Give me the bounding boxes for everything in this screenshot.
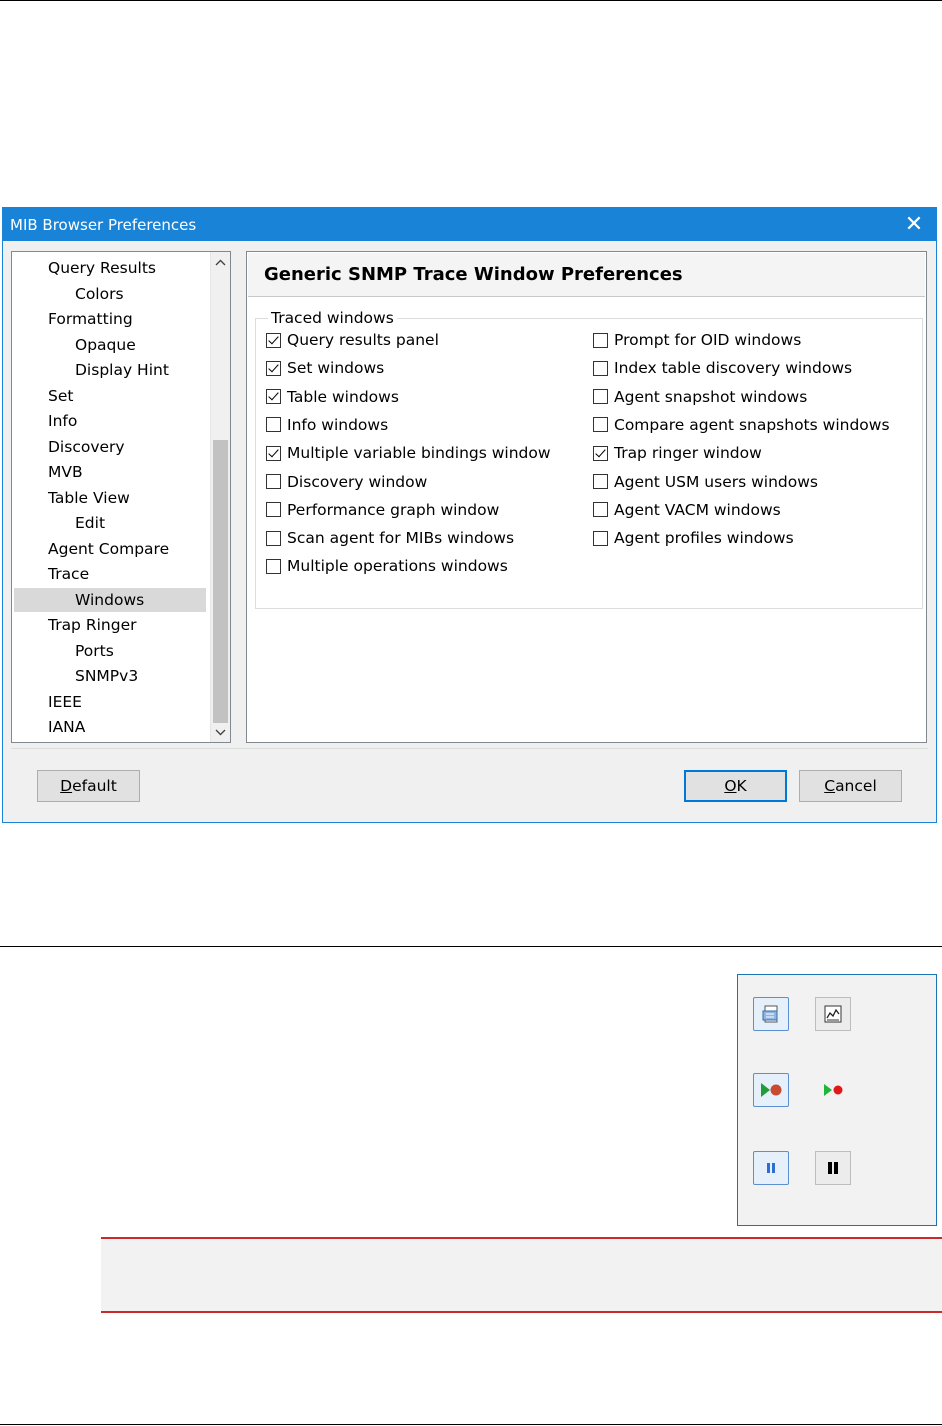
checkbox-label: Agent VACM windows xyxy=(614,500,781,519)
checkbox-unchecked-icon[interactable] xyxy=(593,530,608,546)
tree-item[interactable]: Agent Compare xyxy=(48,537,169,561)
checkbox-unchecked-icon[interactable] xyxy=(266,558,281,574)
checkbox-label: Info windows xyxy=(287,415,389,434)
checkbox-label: Index table discovery windows xyxy=(614,359,853,378)
middle-rule xyxy=(0,946,942,947)
checkbox-option[interactable]: Agent USM users windows xyxy=(593,471,818,493)
tree-scrollbar[interactable] xyxy=(210,252,230,742)
checkbox-option[interactable]: Index table discovery windows xyxy=(593,357,852,379)
checkbox-checked-icon[interactable] xyxy=(266,445,281,461)
checkbox-option[interactable]: Multiple operations windows xyxy=(266,555,508,577)
default-button[interactable]: Default xyxy=(37,770,140,802)
checkbox-label: Query results panel xyxy=(287,331,439,349)
top-rule xyxy=(0,0,942,1)
traced-windows-group: Traced windows Query results panel Set wi… xyxy=(255,309,923,609)
preferences-tree[interactable]: Query Results Colors Formatting Opaque Displ… xyxy=(11,251,231,743)
scroll-down-icon[interactable] xyxy=(211,722,230,742)
tree-item[interactable]: IANA xyxy=(48,715,85,739)
checkbox-label: Compare agent snapshots windows xyxy=(614,415,890,434)
checkbox-label: Agent snapshot windows xyxy=(614,387,808,406)
checkbox-option[interactable]: Agent VACM windows xyxy=(593,499,781,521)
checkbox-option[interactable]: Table windows xyxy=(266,386,399,408)
checkbox-checked-icon[interactable] xyxy=(266,332,281,348)
record-start-small-icon[interactable] xyxy=(815,1073,851,1107)
group-label: Traced windows xyxy=(268,309,397,327)
trace-window-graph-icon[interactable] xyxy=(815,997,851,1031)
dialog-title: MIB Browser Preferences xyxy=(10,216,197,234)
checkbox-checked-icon[interactable] xyxy=(266,389,281,405)
checkbox-unchecked-icon[interactable] xyxy=(593,502,608,518)
tree-item[interactable]: Table View xyxy=(48,486,130,510)
tree-item[interactable]: SNMPv3 xyxy=(75,664,138,688)
close-icon[interactable]: ✕ xyxy=(892,208,936,241)
checkbox-checked-icon[interactable] xyxy=(593,445,608,461)
checkbox-option[interactable]: Discovery window xyxy=(266,471,427,493)
checkbox-unchecked-icon[interactable] xyxy=(593,332,608,348)
checkbox-unchecked-icon[interactable] xyxy=(266,417,281,433)
footer-separator xyxy=(11,748,928,749)
tree-item[interactable]: Opaque xyxy=(75,333,136,357)
checkbox-option[interactable]: Agent profiles windows xyxy=(593,527,794,549)
toolbar-icon-panel xyxy=(737,974,937,1226)
checkbox-option[interactable]: Multiple variable bindings window xyxy=(266,442,551,464)
note-box xyxy=(101,1237,942,1313)
checkbox-label: Discovery window xyxy=(287,472,428,491)
scroll-up-icon[interactable] xyxy=(211,252,230,272)
title-bar[interactable]: MIB Browser Preferences ✕ xyxy=(3,208,936,241)
checkbox-checked-icon[interactable] xyxy=(266,360,281,376)
checkbox-label: Prompt for OID windows xyxy=(614,331,802,349)
checkbox-unchecked-icon[interactable] xyxy=(593,360,608,376)
checkbox-unchecked-icon[interactable] xyxy=(593,417,608,433)
checkbox-unchecked-icon[interactable] xyxy=(266,502,281,518)
bottom-rule xyxy=(0,1424,942,1425)
tree-item[interactable]: Edit xyxy=(75,511,105,535)
checkbox-option[interactable]: Performance graph window xyxy=(266,499,499,521)
checkbox-label: Agent USM users windows xyxy=(614,472,818,491)
tree-item[interactable]: Windows xyxy=(14,587,206,612)
tree-item[interactable]: Trap Ringer xyxy=(48,613,136,637)
pause-black-icon[interactable] xyxy=(815,1151,851,1185)
checkbox-option[interactable]: Prompt for OID windows xyxy=(593,329,801,351)
checkbox-label: Trap ringer window xyxy=(614,444,762,463)
tree-item[interactable]: Trace xyxy=(48,562,89,586)
tree-item[interactable]: Set xyxy=(48,384,73,408)
trace-window-icon[interactable] xyxy=(753,997,789,1031)
scroll-thumb[interactable] xyxy=(213,440,228,723)
checkbox-option[interactable]: Compare agent snapshots windows xyxy=(593,414,890,436)
preferences-content: Generic SNMP Trace Window Preferences Tr… xyxy=(246,251,927,743)
checkbox-option[interactable]: Scan agent for MIBs windows xyxy=(266,527,514,549)
checkbox-unchecked-icon[interactable] xyxy=(593,474,608,489)
preferences-dialog: MIB Browser Preferences ✕ Query Results C… xyxy=(2,207,937,823)
checkbox-unchecked-icon[interactable] xyxy=(266,474,281,489)
tree-item[interactable]: Discovery xyxy=(48,435,125,459)
checkbox-option[interactable]: Trap ringer window xyxy=(593,442,762,464)
checkbox-label: Multiple variable bindings window xyxy=(287,444,551,463)
tree-item[interactable]: Colors xyxy=(75,282,124,306)
checkbox-option[interactable]: Query results panel xyxy=(266,329,439,351)
pause-blue-icon[interactable] xyxy=(753,1151,789,1185)
tree-item[interactable]: Formatting xyxy=(48,307,133,331)
tree-item[interactable]: IEEE xyxy=(48,690,82,714)
checkbox-label: Scan agent for MIBs windows xyxy=(287,529,515,548)
checkbox-label: Set windows xyxy=(287,359,385,378)
checkbox-label: Performance graph window xyxy=(287,500,500,519)
checkbox-option[interactable]: Set windows xyxy=(266,357,384,379)
checkbox-unchecked-icon[interactable] xyxy=(593,389,608,405)
panel-heading: Generic SNMP Trace Window Preferences xyxy=(264,264,683,285)
checkbox-label: Multiple operations windows xyxy=(287,557,508,576)
checkbox-option[interactable]: Agent snapshot windows xyxy=(593,386,807,408)
tree-item[interactable]: MVB xyxy=(48,460,83,484)
checkbox-unchecked-icon[interactable] xyxy=(266,530,281,546)
tree-item[interactable]: Info xyxy=(48,409,77,433)
cancel-button[interactable]: Cancel xyxy=(799,770,902,802)
tree-item[interactable]: Ports xyxy=(75,639,114,663)
tree-item[interactable]: Display Hint xyxy=(75,358,169,382)
ok-button[interactable]: OK xyxy=(684,770,787,802)
tree-item[interactable]: Query Results xyxy=(48,256,156,280)
checkbox-label: Agent profiles windows xyxy=(614,529,794,548)
checkbox-label: Table windows xyxy=(287,387,399,406)
checkbox-option[interactable]: Info windows xyxy=(266,414,388,436)
record-start-icon[interactable] xyxy=(753,1073,789,1107)
panel-header: Generic SNMP Trace Window Preferences xyxy=(248,253,925,297)
